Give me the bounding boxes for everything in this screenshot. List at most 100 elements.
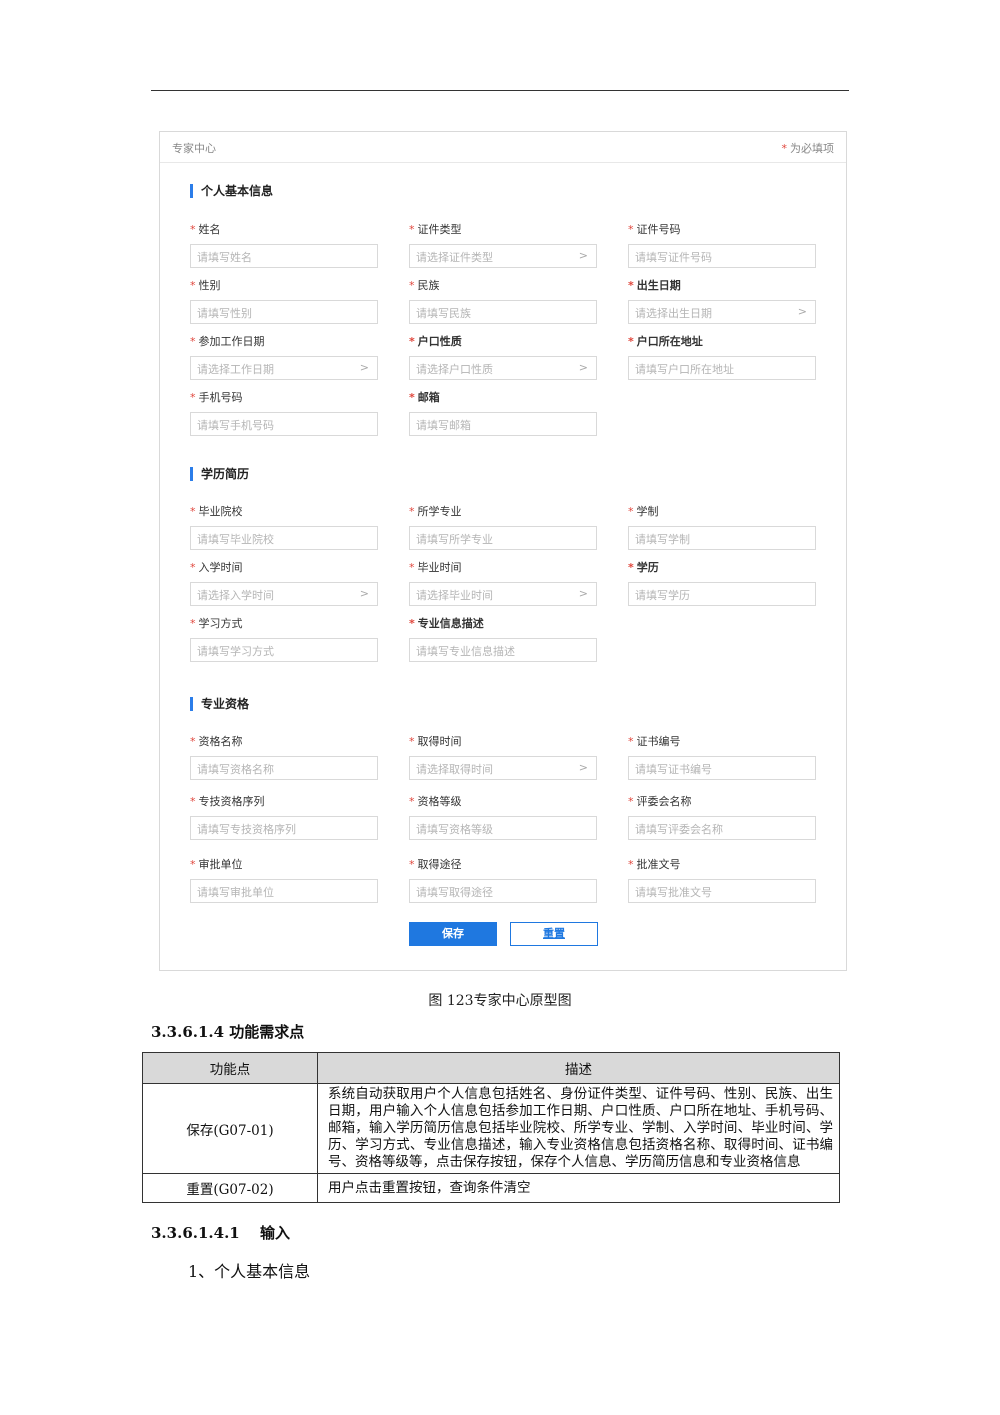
text-input[interactable]: 请填写手机号码 [190,412,378,436]
field-placeholder: 请选择取得时间 [416,763,493,776]
text-input[interactable]: 请填写姓名 [190,244,378,268]
text-input[interactable]: 请填写证书编号 [628,756,816,780]
field-label-text: 户口性质 [417,335,462,348]
field-label: * 审批单位 [190,857,378,873]
section-title: 学历简历 [190,467,249,481]
figure-caption: 图 123专家中心原型图 [428,993,572,1009]
field-label: * 评委会名称 [628,794,816,810]
required-note: * 为必填项 [782,140,835,156]
section-title: 个人基本信息 [190,184,273,198]
paragraph-personal-info: 1、个人基本信息 [188,1262,311,1281]
field-label-text: 参加工作日期 [198,335,265,348]
select-field[interactable]: 请选择入学时间 > [190,582,378,606]
form-field: * 参加工作日期请选择工作日期 > [190,334,378,380]
text-input[interactable]: 请填写批准文号 [628,879,816,903]
form-field: * 专技资格序列 请填写专技资格序列 [190,794,378,840]
text-input[interactable]: 请填写户口所在地址 [628,356,816,380]
required-star: * [409,279,415,292]
table-header-row: 功能点 描述 [142,1052,840,1084]
form-field: * 学制请填写学制 [628,504,816,550]
field-placeholder: 请选择出生日期 [635,307,712,320]
text-input[interactable]: 请填写所学专业 [409,526,597,550]
field-label-text: 民族 [417,279,440,292]
field-label-text: 证书编号 [636,735,681,748]
text-input[interactable]: 请填写专技资格序列 [190,816,378,840]
field-label: * 参加工作日期 [190,334,378,350]
field-placeholder: 请填写手机号码 [197,419,274,432]
field-placeholder: 请选择入学时间 [197,589,274,602]
form-field: * 批准文号请填写批准文号 [628,857,816,903]
chevron-right-icon: > [578,761,588,774]
field-label-text: 手机号码 [198,391,243,404]
form-field: * 性别 请填写性别 [190,278,378,324]
field-label-text: 资格等级 [417,795,462,808]
text-input[interactable]: 请填写资格等级 [409,816,597,840]
field-placeholder: 请填写户口所在地址 [635,363,734,376]
field-label-text: 取得途径 [417,858,462,871]
field-label: * 学制 [628,504,816,520]
required-star: * [409,223,415,236]
select-field[interactable]: 请选择证件类型 > [409,244,597,268]
table-header-point: 功能点 [142,1052,318,1084]
select-field[interactable]: 请选择出生日期 > [628,300,816,324]
text-input[interactable]: 请填写邮箱 [409,412,597,436]
heading-function-points: 3.3.6.1.4 功能需求点 [151,1023,305,1041]
field-label: * 专业信息描述 [409,616,597,632]
required-star: * [409,858,415,871]
required-star: * [190,223,196,236]
required-star: * [190,561,196,574]
form-field: * 毕业院校 请填写毕业院校 [190,504,378,550]
table-cell-desc: 系统自动获取用户个人信息包括姓名、身份证件类型、证件号码、性别、民族、出生日期，… [317,1083,840,1174]
text-input[interactable]: 请填写评委会名称 [628,816,816,840]
required-star: * [628,858,634,871]
field-placeholder: 请填写学制 [635,533,690,546]
text-input[interactable]: 请填写民族 [409,300,597,324]
select-field[interactable]: 请选择户口性质 > [409,356,597,380]
field-label-text: 审批单位 [198,858,243,871]
form-field: * 专业信息描述请填写专业信息描述 [409,616,597,662]
field-placeholder: 请填写姓名 [197,251,252,264]
text-input[interactable]: 请填写资格名称 [190,756,378,780]
header-rule [151,90,849,91]
text-input[interactable]: 请填写取得途径 [409,879,597,903]
select-field[interactable]: 请选择工作日期 > [190,356,378,380]
field-placeholder: 请填写民族 [416,307,471,320]
text-input[interactable]: 请填写毕业院校 [190,526,378,550]
text-input[interactable]: 请填写审批单位 [190,879,378,903]
field-label-text: 学习方式 [198,617,243,630]
text-input[interactable]: 请填写学历 [628,582,816,606]
text-input[interactable]: 请填写专业信息描述 [409,638,597,662]
field-label: * 取得时间 [409,734,597,750]
table-header-desc: 描述 [317,1052,840,1084]
field-label-text: 评委会名称 [636,795,692,808]
field-label-text: 取得时间 [417,735,462,748]
field-label-text: 出生日期 [636,279,681,292]
form-field: * 取得途径请填写取得途径 [409,857,597,903]
field-label: * 入学时间 [190,560,378,576]
field-label-text: 邮箱 [417,391,440,404]
field-label: * 证书编号 [628,734,816,750]
text-input[interactable]: 请填写证件号码 [628,244,816,268]
field-label: * 批准文号 [628,857,816,873]
select-field[interactable]: 请选择取得时间 > [409,756,597,780]
table-row: 保存(G07-01) 系统自动获取用户个人信息包括姓名、身份证件类型、证件号码、… [142,1083,840,1174]
select-field[interactable]: 请选择毕业时间 > [409,582,597,606]
form-field: * 手机号码请填写手机号码 [190,390,378,436]
form-field: * 资格等级 请填写资格等级 [409,794,597,840]
field-label: * 所学专业 [409,504,597,520]
field-placeholder: 请填写所学专业 [416,533,493,546]
field-label-text: 专技资格序列 [198,795,265,808]
field-label: * 手机号码 [190,390,378,406]
chevron-right-icon: > [359,587,369,600]
field-label: * 学习方式 [190,616,378,632]
required-star: * [409,505,415,518]
reset-button[interactable]: 重置 [510,922,598,946]
field-label: * 户口所在地址 [628,334,816,350]
text-input[interactable]: 请填写学制 [628,526,816,550]
field-label-text: 性别 [198,279,221,292]
text-input[interactable]: 请填写性别 [190,300,378,324]
text-input[interactable]: 请填写学习方式 [190,638,378,662]
save-button[interactable]: 保存 [409,922,497,946]
field-placeholder: 请填写资格名称 [197,763,274,776]
prototype-form-panel: 专家中心 * 为必填项 个人基本信息 * 姓名 请填写姓名 * 证件类型 请选择证件类型 > * 证… [159,131,847,971]
